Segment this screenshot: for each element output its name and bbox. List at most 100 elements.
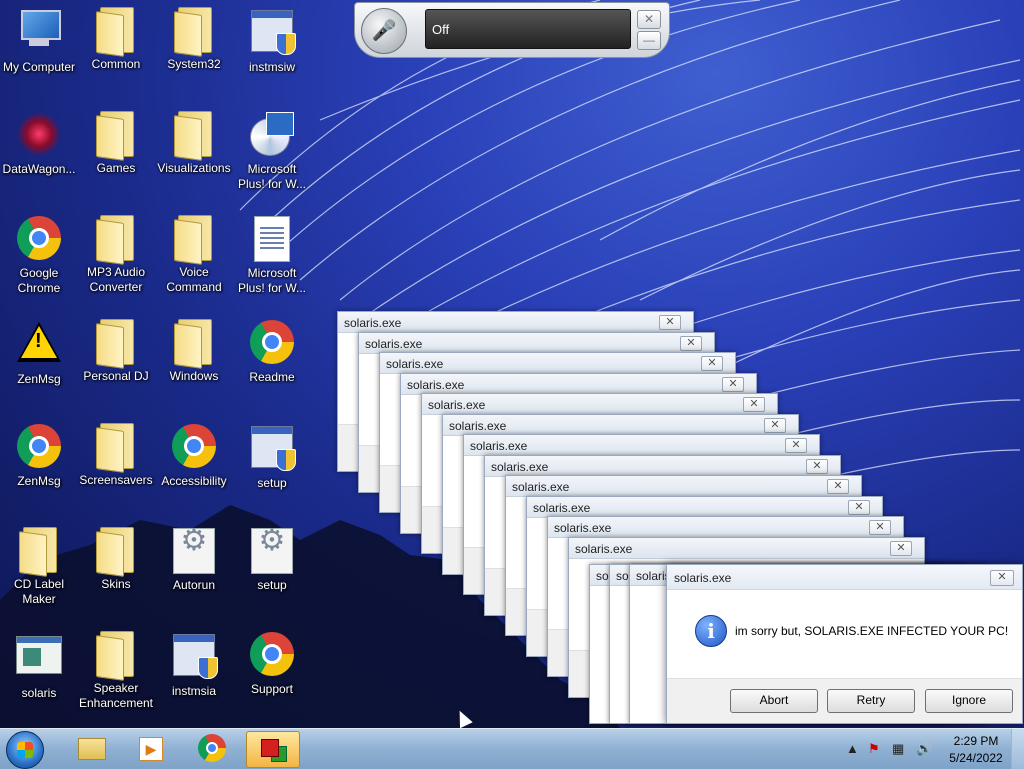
desktop-icon[interactable]: CD Label Maker — [0, 526, 78, 607]
dialog-close-button[interactable]: ✕ — [869, 520, 891, 535]
dialog-title: solaris.exe — [386, 357, 444, 371]
speech-close-button[interactable]: ✕ — [637, 10, 661, 29]
retry-button[interactable]: Retry — [827, 689, 915, 713]
ignore-button[interactable]: Ignore — [925, 689, 1013, 713]
dialog-close-button[interactable]: ✕ — [827, 479, 849, 494]
dialog-close-button[interactable]: ✕ — [722, 376, 744, 392]
folder-icon — [170, 111, 218, 161]
app-window-icon — [15, 636, 63, 684]
system-tray: ▲ ⚑ ▦ 🔊 2:29 PM 5/24/2022 — [840, 729, 1024, 769]
desktop-icon[interactable]: Voice Command — [155, 214, 233, 295]
chrome-icon — [15, 424, 63, 472]
taskbar-chrome-button[interactable] — [186, 731, 238, 766]
dialog-close-button[interactable]: ✕ — [806, 458, 828, 474]
dialog-titlebar[interactable]: solaris.exe ✕ — [338, 312, 693, 333]
chrome-icon — [198, 734, 226, 762]
abort-button[interactable]: Abort — [730, 689, 818, 713]
dialog-titlebar[interactable]: solaris.exe ✕ — [464, 435, 819, 456]
dialog-titlebar[interactable]: solaris.exe ✕ — [401, 373, 756, 395]
desktop-icon[interactable]: Speaker Enhancement — [77, 630, 155, 711]
show-hidden-icons-arrow[interactable]: ▲ — [846, 741, 859, 756]
desktop-icon[interactable]: ZenMsg — [0, 422, 78, 489]
error-dialog: solaris.exe ✕ i im sorry but, SOLARIS.EX… — [666, 564, 1023, 724]
datawagon-icon — [15, 112, 63, 160]
desktop-icon[interactable]: Visualizations — [155, 110, 233, 176]
dialog-close-button[interactable]: ✕ — [743, 397, 765, 412]
desktop-icon[interactable]: MP3 Audio Converter — [77, 214, 155, 295]
dialog-titlebar[interactable]: solaris.exe ✕ — [667, 565, 1022, 590]
dialog-titlebar[interactable]: solaris.exe ✕ — [485, 455, 840, 477]
taskbar-explorer-button[interactable] — [64, 731, 116, 766]
desktop-icon[interactable]: Autorun — [155, 526, 233, 593]
folder-icon — [92, 7, 140, 57]
desktop-icon-label: Visualizations — [157, 161, 231, 175]
desktop-icon[interactable]: Accessibility — [155, 422, 233, 489]
network-icon[interactable]: ▦ — [892, 741, 904, 757]
desktop-icon[interactable]: instmsiw — [233, 6, 311, 75]
speech-minimize-button[interactable]: — — [637, 31, 661, 50]
dialog-title: solaris.exe — [344, 316, 402, 330]
desktop-icon[interactable]: setup — [233, 422, 311, 491]
dialog-titlebar[interactable]: solaris.exe ✕ — [569, 537, 924, 559]
desktop-icon[interactable]: solaris — [0, 630, 78, 701]
desktop-icon[interactable]: DataWagon... — [0, 110, 78, 177]
desktop-icon[interactable]: Windows — [155, 318, 233, 384]
dialog-close-button[interactable]: ✕ — [848, 499, 870, 515]
dialog-titlebar[interactable]: solaris.exe ✕ — [380, 353, 735, 374]
dialog-title: solaris.exe — [428, 398, 486, 412]
dialog-close-button[interactable]: ✕ — [890, 540, 912, 556]
action-center-flag-icon[interactable]: ⚑ — [868, 741, 880, 757]
dialog-title: solaris.exe — [575, 541, 633, 556]
desktop-icon-label: MP3 Audio Converter — [86, 265, 146, 294]
dialog-titlebar[interactable]: solaris.exe ✕ — [527, 496, 882, 518]
desktop-icon[interactable]: ZenMsg — [0, 318, 78, 387]
dialog-titlebar[interactable]: solaris.exe ✕ — [443, 414, 798, 436]
desktop-icon-label: My Computer — [2, 60, 76, 74]
taskbar-solaris-button[interactable] — [246, 731, 300, 768]
clock-date[interactable]: 5/24/2022 — [940, 751, 1012, 765]
desktop-icon[interactable]: Skins — [77, 526, 155, 592]
desktop-icon[interactable]: setup — [233, 526, 311, 593]
desktop-icon[interactable]: instmsia — [155, 630, 233, 699]
microphone-icon[interactable]: 🎤 — [361, 8, 407, 54]
dialog-close-button[interactable]: ✕ — [680, 335, 702, 351]
folder-icon — [92, 111, 140, 161]
show-desktop-button[interactable] — [1011, 729, 1024, 769]
desktop-icon-label: Voice Command — [166, 265, 222, 294]
desktop-icon-label: CD Label Maker — [13, 577, 65, 606]
desktop-icon-label: System32 — [167, 57, 221, 71]
desktop-icon[interactable]: Google Chrome — [0, 214, 78, 296]
dialog-close-button[interactable]: ✕ — [785, 438, 807, 453]
taskbar-media-player-button[interactable] — [124, 731, 176, 766]
dialog-titlebar[interactable]: solaris.exe ✕ — [506, 476, 861, 497]
desktop-icon[interactable]: Common — [77, 6, 155, 72]
desktop-icon[interactable]: System32 — [155, 6, 233, 72]
folder-icon — [92, 319, 140, 369]
folder-icon — [92, 631, 140, 681]
desktop-icon-label: Accessibility — [161, 474, 227, 488]
desktop-icon-label: Autorun — [172, 578, 216, 592]
dialog-close-button[interactable]: ✕ — [659, 315, 681, 330]
chrome-icon — [15, 216, 63, 264]
desktop-icon[interactable]: Readme — [233, 318, 311, 385]
desktop-icon-label: DataWagon... — [2, 162, 76, 176]
desktop-icon[interactable]: Microsoft Plus! for W... — [233, 214, 311, 296]
dialog-close-button[interactable]: ✕ — [990, 570, 1014, 586]
dialog-close-button[interactable]: ✕ — [701, 356, 723, 371]
desktop-icon[interactable]: Games — [77, 110, 155, 176]
desktop-icon[interactable]: Screensavers — [77, 422, 155, 488]
desktop-icon[interactable]: Microsoft Plus! for W... — [233, 110, 311, 192]
desktop-icon[interactable]: My Computer — [0, 6, 78, 75]
dialog-close-button[interactable]: ✕ — [764, 417, 786, 433]
desktop-icon[interactable]: Personal DJ — [77, 318, 155, 384]
dialog-titlebar[interactable]: solaris.exe ✕ — [359, 332, 714, 354]
desktop-icon-label: Microsoft Plus! for W... — [237, 162, 306, 191]
dialog-title: solaris.exe — [533, 500, 591, 515]
volume-icon[interactable]: 🔊 — [916, 741, 932, 757]
dialog-titlebar[interactable]: solaris.exe ✕ — [422, 394, 777, 415]
desktop-icon[interactable]: Support — [233, 630, 311, 697]
folder-icon — [170, 215, 218, 265]
clock-time[interactable]: 2:29 PM — [948, 734, 1004, 748]
start-button[interactable] — [6, 731, 44, 769]
dialog-titlebar[interactable]: solaris.exe ✕ — [548, 517, 903, 538]
